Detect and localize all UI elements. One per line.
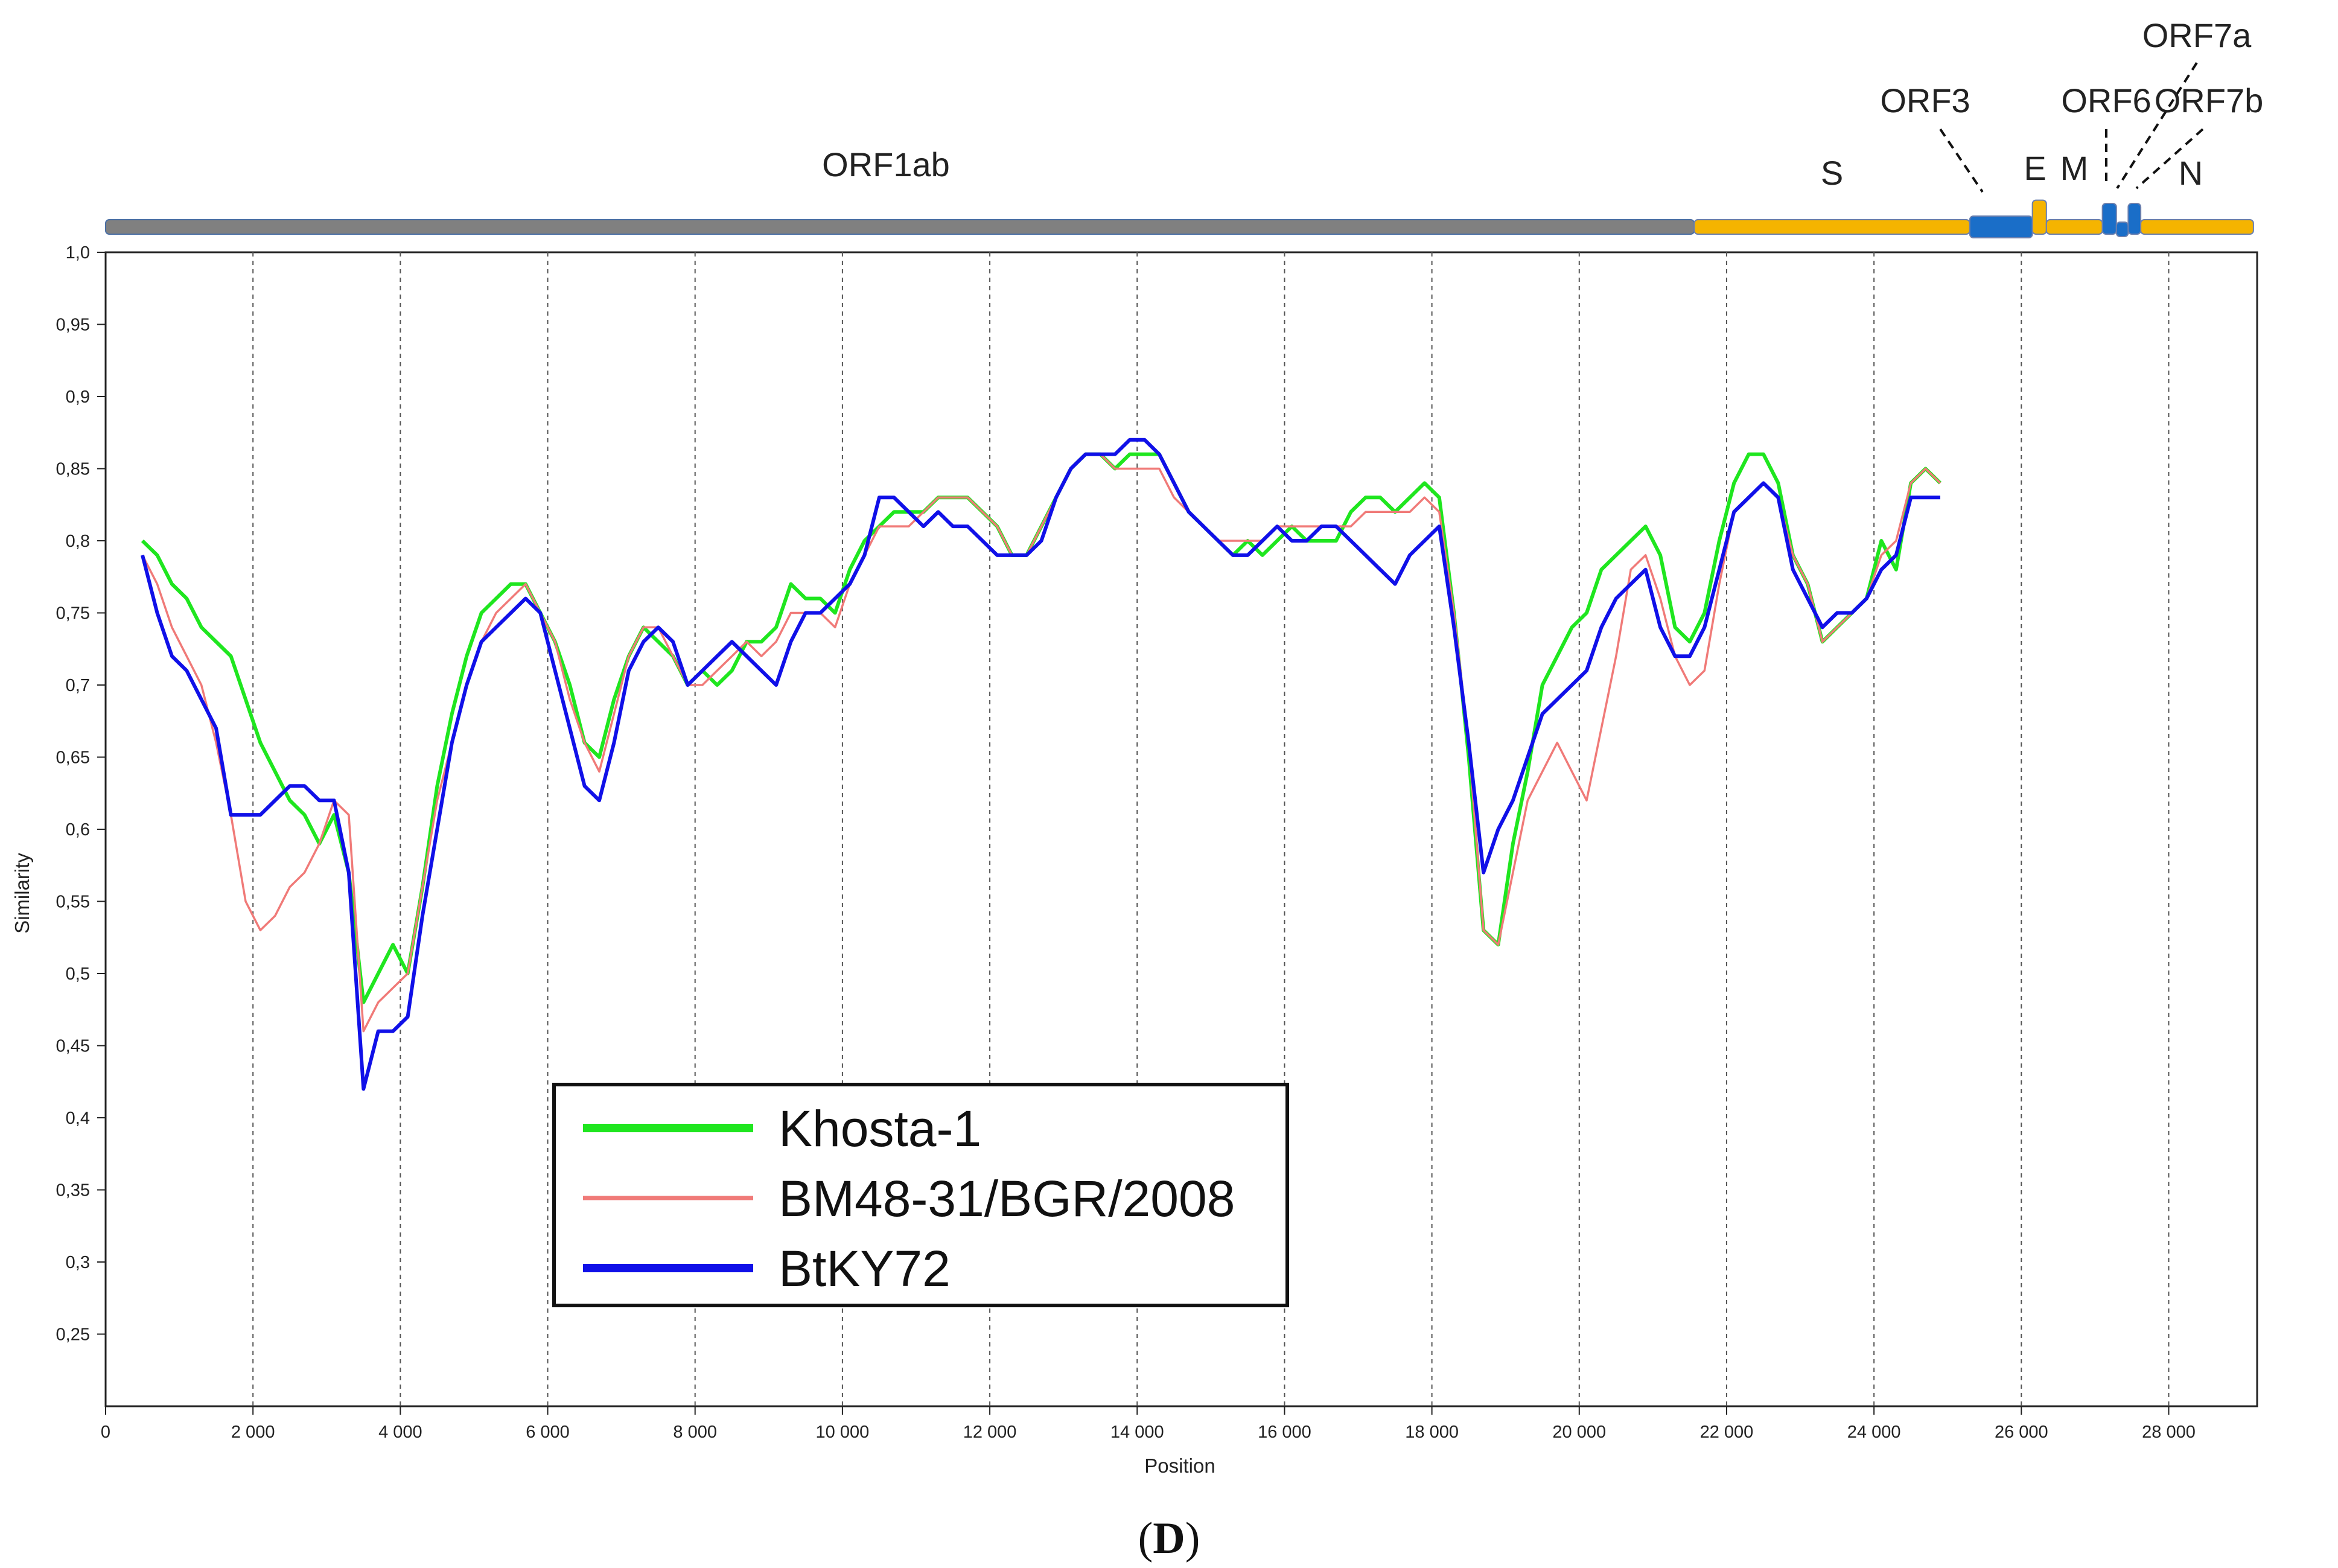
gene-label-leader (1939, 128, 1984, 193)
y-tick-label: 0,95 (56, 316, 90, 335)
legend: Khosta-1 BM48-31/BGR/2008 BtKY72 (552, 1083, 1289, 1307)
y-tick-label: 0,4 (66, 1109, 90, 1128)
gene-orf3 (1969, 215, 2033, 238)
y-axis-ticks: 1,0 0,95 0,9 0,85 0,8 0,75 0,7 0,65 0,6 0,55 0,5 0,… (56, 243, 106, 1345)
gene-n (2140, 219, 2254, 235)
legend-label: BtKY72 (779, 1240, 951, 1297)
x-tick-label: 2 000 (231, 1423, 275, 1442)
gene-m (2045, 219, 2103, 235)
x-axis-ticks: 0 2 000 4 000 6 000 8 000 10 000 12 000 14 000 1… (101, 1406, 2196, 1442)
y-tick-label: 0,65 (56, 748, 90, 768)
y-tick-label: 0,3 (66, 1253, 90, 1272)
gene-orf6 (2101, 203, 2117, 235)
similarity-plot: ORF1ab S ORF3 E M ORF6 ORF7a ORF7b N 1,0 0,95 0,9 0… (11, 16, 2264, 1563)
gene-orf7b (2127, 203, 2142, 235)
gene-s (1693, 219, 1970, 235)
y-tick-label: 0,9 (66, 387, 90, 407)
x-tick-label: 10 000 (816, 1423, 870, 1442)
y-tick-label: 0,8 (66, 532, 90, 551)
y-tick-label: 0,75 (56, 604, 90, 623)
y-axis-title: Similarity (11, 853, 33, 934)
legend-label: Khosta-1 (779, 1100, 981, 1157)
figure-caption: (D) (1138, 1514, 1200, 1563)
series-line-btky72 (141, 438, 1940, 1091)
x-tick-label: 8 000 (673, 1423, 717, 1442)
series-lines (141, 438, 1942, 1091)
x-tick-label: 26 000 (1995, 1423, 2048, 1442)
x-tick-label: 6 000 (526, 1423, 570, 1442)
y-tick-label: 0,7 (66, 676, 90, 695)
x-tick-label: 28 000 (2142, 1423, 2196, 1442)
gene-label-orf1ab: ORF1ab (822, 145, 950, 183)
gene-label-s: S (1821, 154, 1843, 192)
gene-label-m: M (2060, 149, 2089, 187)
gene-label-orf6: ORF6 (2061, 81, 2151, 120)
y-tick-label: 0,55 (56, 893, 90, 912)
y-tick-label: 0,35 (56, 1181, 90, 1200)
gene-label-orf3: ORF3 (1880, 81, 1970, 120)
y-tick-label: 0,6 (66, 820, 90, 840)
y-tick-label: 0,5 (66, 964, 90, 984)
x-tick-label: 4 000 (378, 1423, 422, 1442)
y-tick-label: 0,85 (56, 460, 90, 479)
x-tick-label: 0 (101, 1423, 110, 1442)
x-axis-title: Position (1144, 1455, 1215, 1477)
x-tick-label: 24 000 (1847, 1423, 1901, 1442)
y-tick-label: 0,25 (56, 1325, 90, 1345)
x-tick-label: 14 000 (1110, 1423, 1164, 1442)
gene-label-orf7b: ORF7b (2155, 81, 2264, 120)
gene-label-orf7a: ORF7a (2142, 16, 2252, 54)
x-tick-label: 12 000 (963, 1423, 1017, 1442)
y-tick-label: 0,45 (56, 1037, 90, 1056)
y-tick-label: 1,0 (66, 243, 90, 263)
x-tick-label: 20 000 (1552, 1423, 1606, 1442)
x-tick-label: 16 000 (1258, 1423, 1311, 1442)
gene-orf7a (2115, 221, 2129, 237)
legend-label: BM48-31/BGR/2008 (779, 1170, 1235, 1227)
x-tick-label: 18 000 (1405, 1423, 1459, 1442)
gene-label-e: E (2024, 149, 2046, 187)
gene-label-n: N (2179, 154, 2203, 192)
x-tick-label: 22 000 (1700, 1423, 1754, 1442)
gene-e (2031, 199, 2047, 235)
genome-annotation-track: ORF1ab S ORF3 E M ORF6 ORF7a ORF7b N (105, 16, 2264, 238)
gene-orf1ab (105, 219, 1695, 235)
